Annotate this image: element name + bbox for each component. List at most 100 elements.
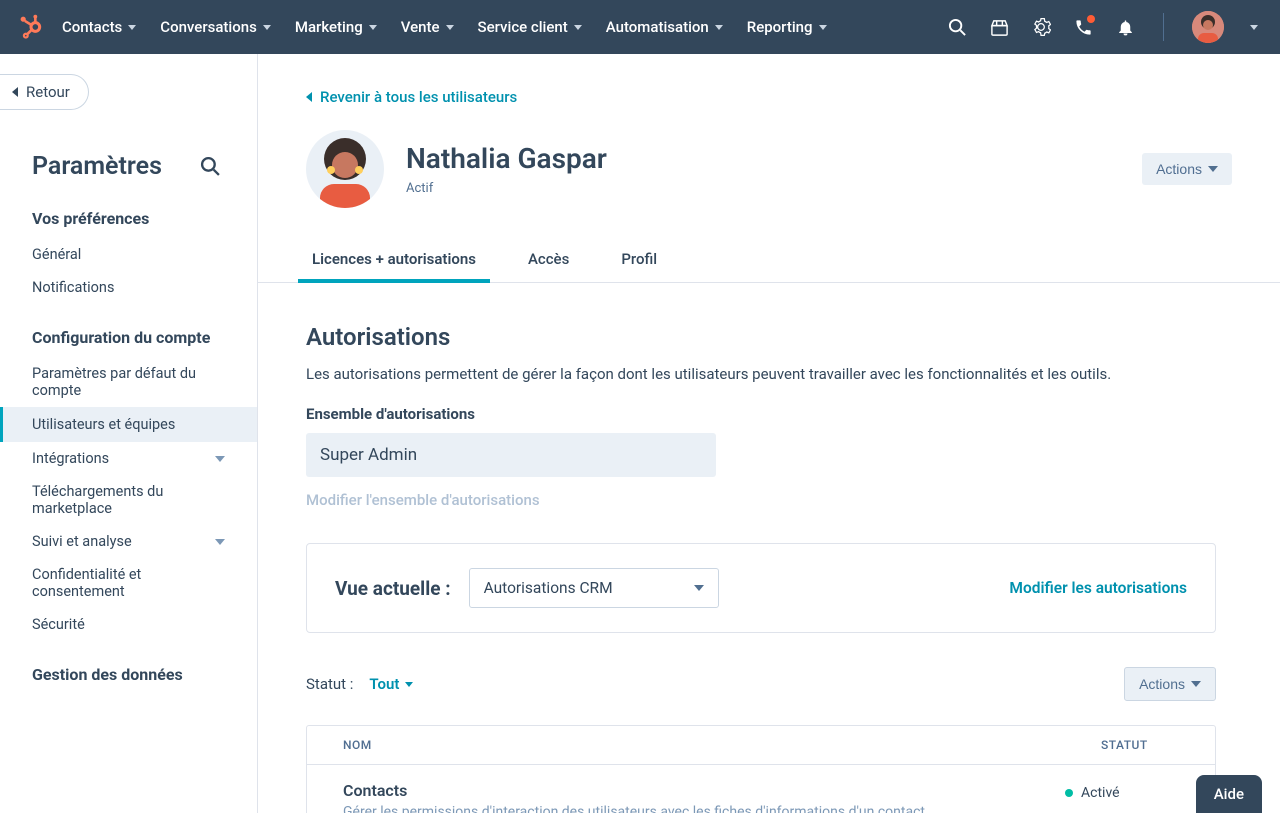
nav-item-reporting[interactable]: Reporting (747, 18, 827, 36)
help-button[interactable]: Aide (1196, 775, 1262, 813)
sidebar-section-label: Vos préférences (32, 209, 225, 228)
nav-label: Conversations (160, 18, 257, 36)
nav-label: Service client (478, 18, 568, 36)
status-dot-icon (1065, 789, 1073, 797)
current-view-select[interactable]: Autorisations CRM (469, 568, 719, 608)
sidebar-section-label: Configuration du compte (32, 328, 225, 347)
nav-item-service-client[interactable]: Service client (478, 18, 582, 36)
tabs: Licences + autorisations Accès Profil (258, 236, 1280, 283)
caret-down-icon (263, 25, 271, 30)
sidebar-search-icon[interactable] (200, 156, 221, 177)
divider (1163, 13, 1164, 41)
nav-label: Contacts (62, 18, 122, 36)
column-header-name: NOM (307, 726, 1065, 764)
permission-set-label: Ensemble d'autorisations (306, 405, 1216, 423)
current-view-card: Vue actuelle : Autorisations CRM Modifie… (306, 543, 1216, 633)
caret-down-icon (819, 25, 827, 30)
table-row[interactable]: Contacts Gérer les permissions d'interac… (306, 765, 1216, 813)
sidebar-item-label: Notifications (32, 279, 225, 296)
row-status-label: Activé (1081, 785, 1120, 801)
marketplace-icon[interactable] (989, 17, 1009, 37)
table-actions-button[interactable]: Actions (1124, 667, 1216, 701)
nav-icons (947, 11, 1258, 43)
chevron-left-icon (12, 87, 18, 97)
sidebar-item-label: Paramètres par défaut du compte (32, 365, 225, 399)
sidebar-item-security[interactable]: Sécurité (32, 608, 225, 641)
actions-label: Actions (1139, 676, 1185, 692)
row-description: Gérer les permissions d'interaction des … (343, 804, 1065, 813)
chevron-down-icon (215, 456, 225, 462)
status-filter-label: Statut : (306, 675, 353, 693)
permissions-table-header: NOM STATUT (306, 725, 1216, 765)
modify-permission-set-link: Modifier l'ensemble d'autorisations (306, 491, 1216, 509)
hubspot-logo[interactable] (18, 14, 44, 40)
caret-down-icon (369, 25, 377, 30)
column-header-status: STATUT (1065, 726, 1215, 764)
sidebar-item-label: Sécurité (32, 616, 225, 633)
top-navigation: Contacts Conversations Marketing Vente S… (0, 0, 1280, 54)
nav-item-marketing[interactable]: Marketing (295, 18, 377, 36)
filter-row: Statut : Tout Actions (306, 667, 1216, 701)
nav-label: Vente (401, 18, 440, 36)
caret-down-icon (405, 682, 413, 687)
user-status: Actif (406, 181, 607, 196)
tab-label: Licences + autorisations (312, 250, 476, 268)
nav-item-automatisation[interactable]: Automatisation (606, 18, 723, 36)
back-label: Retour (26, 83, 70, 101)
back-button[interactable]: Retour (0, 74, 89, 110)
sidebar-item-notifications[interactable]: Notifications (32, 271, 225, 304)
nav-label: Reporting (747, 18, 813, 36)
notification-dot-icon (1087, 15, 1095, 23)
status-filter-select[interactable]: Tout (369, 675, 413, 693)
nav-label: Automatisation (606, 18, 709, 36)
sidebar-item-label: Téléchargements du marketplace (32, 483, 225, 517)
permissions-description: Les autorisations permettent de gérer la… (306, 365, 1216, 383)
sidebar-item-integrations[interactable]: Intégrations (32, 442, 225, 475)
caret-down-icon (574, 25, 582, 30)
user-avatar (306, 130, 384, 208)
tab-licenses-permissions[interactable]: Licences + autorisations (306, 236, 482, 282)
tab-label: Profil (621, 250, 657, 268)
sidebar-item-label: Général (32, 246, 225, 263)
row-title: Contacts (343, 781, 1065, 800)
tab-access[interactable]: Accès (522, 236, 575, 282)
sidebar-item-marketplace-downloads[interactable]: Téléchargements du marketplace (32, 475, 225, 525)
caret-down-icon (446, 25, 454, 30)
caret-down-icon (1191, 681, 1201, 687)
breadcrumb-back-link[interactable]: Revenir à tous les utilisateurs (306, 88, 1232, 106)
tab-profile[interactable]: Profil (615, 236, 663, 282)
account-avatar[interactable] (1192, 11, 1224, 43)
bell-icon[interactable] (1115, 17, 1135, 37)
chevron-left-icon (306, 92, 312, 102)
user-name: Nathalia Gaspar (406, 142, 607, 175)
phone-icon[interactable] (1073, 17, 1093, 37)
sidebar-item-tracking-analytics[interactable]: Suivi et analyse (32, 525, 225, 558)
current-view-label: Vue actuelle : (335, 577, 451, 600)
filter-value: Tout (369, 675, 399, 693)
sidebar-item-privacy-consent[interactable]: Confidentialité et consentement (32, 558, 225, 608)
sidebar-item-users-teams[interactable]: Utilisateurs et équipes (0, 407, 257, 442)
sidebar-item-label: Confidentialité et consentement (32, 566, 225, 600)
permissions-panel: Autorisations Les autorisations permette… (306, 283, 1216, 813)
modify-permissions-link[interactable]: Modifier les autorisations (1009, 579, 1187, 597)
chevron-down-icon (215, 539, 225, 545)
sidebar-title: Paramètres (32, 152, 162, 181)
nav-item-conversations[interactable]: Conversations (160, 18, 271, 36)
sidebar-item-label: Utilisateurs et équipes (32, 416, 233, 433)
sidebar-item-general[interactable]: Général (32, 238, 225, 271)
search-icon[interactable] (947, 17, 967, 37)
select-value: Autorisations CRM (484, 579, 613, 597)
nav-item-vente[interactable]: Vente (401, 18, 454, 36)
sidebar-item-account-defaults[interactable]: Paramètres par défaut du compte (32, 357, 225, 407)
help-label: Aide (1214, 785, 1244, 803)
sidebar-section-label: Gestion des données (32, 665, 225, 684)
caret-down-icon[interactable] (1250, 25, 1258, 30)
nav-item-contacts[interactable]: Contacts (62, 18, 136, 36)
caret-down-icon (128, 25, 136, 30)
nav-items: Contacts Conversations Marketing Vente S… (62, 18, 947, 36)
sidebar-item-label: Intégrations (32, 450, 215, 467)
caret-down-icon (1208, 166, 1218, 172)
settings-gear-icon[interactable] (1031, 17, 1051, 37)
actions-button[interactable]: Actions (1142, 153, 1232, 185)
actions-label: Actions (1156, 161, 1202, 177)
